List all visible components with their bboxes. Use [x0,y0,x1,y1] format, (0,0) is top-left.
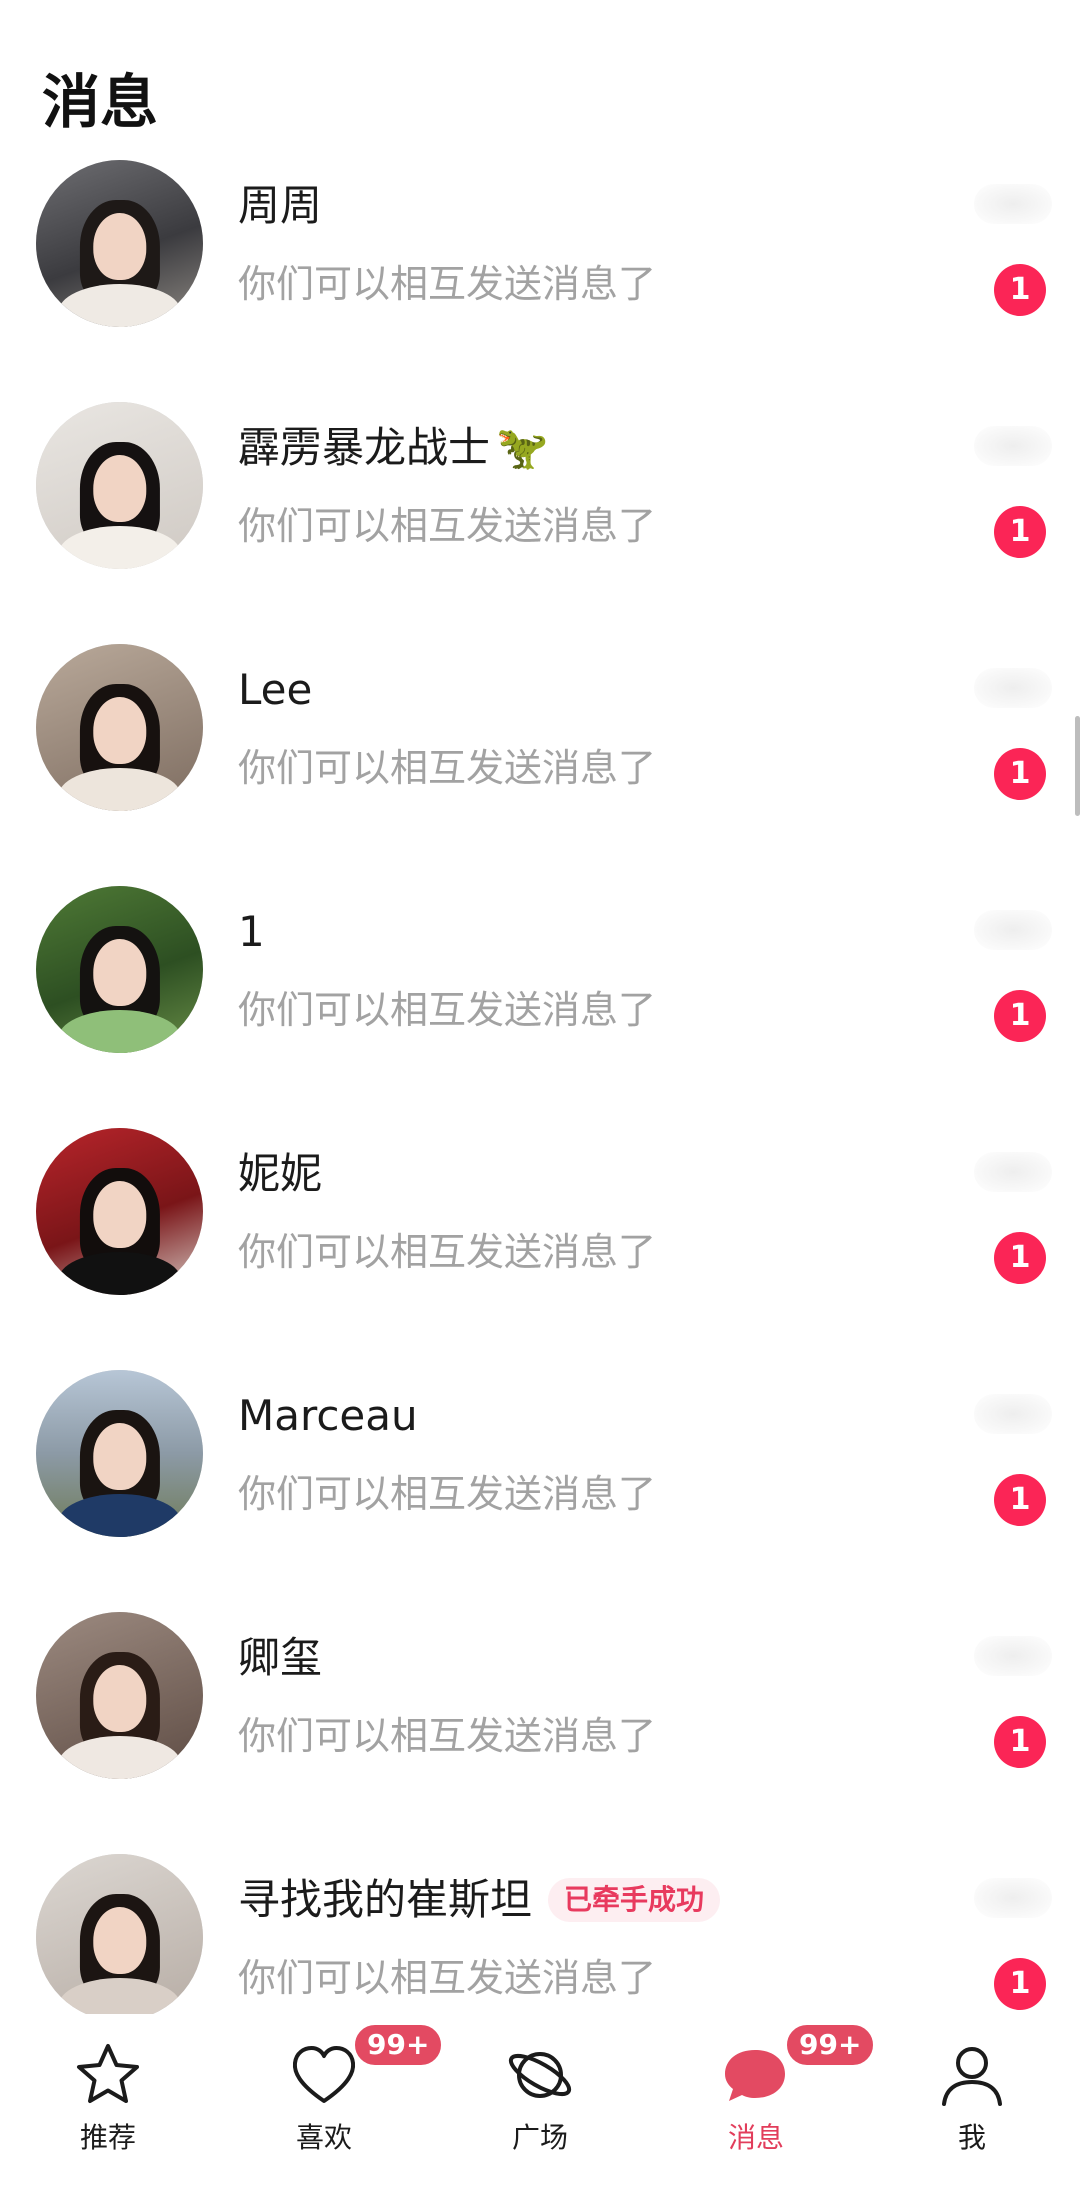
contact-name: 卿玺 [238,1633,323,1682]
message-preview: 你们可以相互发送消息了 [238,504,657,548]
tab-label: 消息 [727,2121,784,2154]
dinosaur-emoji-icon: 🦖 [496,423,549,472]
planet-icon [503,2038,577,2112]
message-preview: 你们可以相互发送消息了 [238,988,657,1032]
contact-name: 周周 [238,181,323,230]
avatar[interactable] [36,402,203,569]
contact-name-line: Marceau [238,1388,418,1444]
tab-label: 我 [957,2121,986,2154]
unread-count-badge: 1 [994,1716,1046,1768]
conversation-row[interactable]: 霹雳暴龙战士 🦖 你们可以相互发送消息了 1 [0,402,1080,644]
blurred-timestamp [974,1878,1052,1918]
likes-count-badge: 99+ [352,2022,445,2068]
contact-name: 寻找我的崔斯坦 [238,1875,533,1924]
blurred-timestamp [974,668,1052,708]
contact-name-line: 周周 [238,178,322,234]
avatar[interactable] [36,1370,203,1537]
avatar[interactable] [36,644,203,811]
tab-label: 推荐 [79,2121,136,2154]
messages-count-badge: 99+ [784,2022,877,2068]
contact-name: 1 [238,907,265,956]
unread-count-badge: 1 [994,1958,1046,2010]
conversation-row[interactable]: 卿玺你们可以相互发送消息了 1 [0,1612,1080,1854]
contact-name: 霹雳暴龙战士 [238,423,491,472]
unread-count-badge: 1 [994,506,1046,558]
avatar[interactable] [36,1612,203,1779]
contact-name-line: 妮妮 [238,1146,322,1202]
conversation-list[interactable]: 周周你们可以相互发送消息了 1 霹雳暴龙战士 🦖 你们可以相互发送消息了 1 Lee 你们可以… [0,160,1080,2096]
blurred-timestamp [974,1394,1052,1434]
avatar[interactable] [36,160,203,327]
avatar-face [92,1907,147,1975]
avatar[interactable] [36,1854,203,2021]
unread-count-badge: 1 [994,1474,1046,1526]
message-preview: 你们可以相互发送消息了 [238,1956,657,2000]
tab-square[interactable]: 广场 [432,2014,648,2187]
contact-name-line: 霹雳暴龙战士 🦖 [238,420,548,476]
chat-bubble-icon [719,2038,793,2112]
avatar-face [92,697,147,765]
avatar-face [92,1423,147,1491]
unread-count-badge: 1 [994,990,1046,1042]
unread-count-badge: 1 [994,748,1046,800]
avatar-face [92,1665,147,1733]
conversation-row[interactable]: Lee 你们可以相互发送消息了 1 [0,644,1080,886]
contact-name: 妮妮 [238,1149,323,1198]
conversation-row[interactable]: 周周你们可以相互发送消息了 1 [0,160,1080,402]
star-icon [71,2038,145,2112]
avatar-face [92,455,147,523]
message-preview: 你们可以相互发送消息了 [238,1230,657,1274]
tab-label: 喜欢 [295,2121,352,2154]
match-success-tag: 已牵手成功 [548,1878,721,1922]
blurred-timestamp [974,910,1052,950]
conversation-row[interactable]: 1 你们可以相互发送消息了 1 [0,886,1080,1128]
tab-me[interactable]: 我 [864,2014,1080,2187]
avatar[interactable] [36,886,203,1053]
blurred-timestamp [974,1152,1052,1192]
contact-name-line: Lee [238,662,312,718]
blurred-timestamp [974,184,1052,224]
message-preview: 你们可以相互发送消息了 [238,262,657,306]
contact-name: Marceau [238,1391,418,1440]
person-icon [935,2038,1009,2112]
unread-count-badge: 1 [994,264,1046,316]
contact-name-line: 寻找我的崔斯坦 已牵手成功 [238,1872,721,1928]
avatar-face [92,213,147,281]
blurred-timestamp [974,1636,1052,1676]
tab-likes[interactable]: 99+ 喜欢 [216,2014,445,2187]
tab-recommend[interactable]: 推荐 [0,2014,216,2187]
blurred-timestamp [974,426,1052,466]
page-title: 消息 [42,68,159,136]
message-preview: 你们可以相互发送消息了 [238,1714,657,1758]
contact-name: Lee [238,665,313,714]
avatar-face [92,939,147,1007]
message-preview: 你们可以相互发送消息了 [238,746,657,790]
unread-count-badge: 1 [994,1232,1046,1284]
message-preview: 你们可以相互发送消息了 [238,1472,657,1516]
contact-name-line: 卿玺 [238,1630,322,1686]
avatar-face [92,1181,147,1249]
bottom-tab-bar: 推荐 99+ 喜欢 广场 99+ 消息 我 [0,2014,1080,2187]
conversation-row[interactable]: 妮妮你们可以相互发送消息了 1 [0,1128,1080,1370]
tab-label: 广场 [511,2121,568,2154]
messages-screen: 消息 周周你们可以相互发送消息了 1 霹雳暴龙战士 🦖 你们可以相互发送消息了 1 Lee 你… [0,0,1080,2187]
contact-name-line: 1 [238,904,265,960]
tab-messages[interactable]: 99+ 消息 [648,2014,877,2187]
avatar[interactable] [36,1128,203,1295]
heart-icon [287,2038,361,2112]
conversation-row[interactable]: Marceau 你们可以相互发送消息了 1 [0,1370,1080,1612]
scroll-indicator [1075,716,1080,816]
